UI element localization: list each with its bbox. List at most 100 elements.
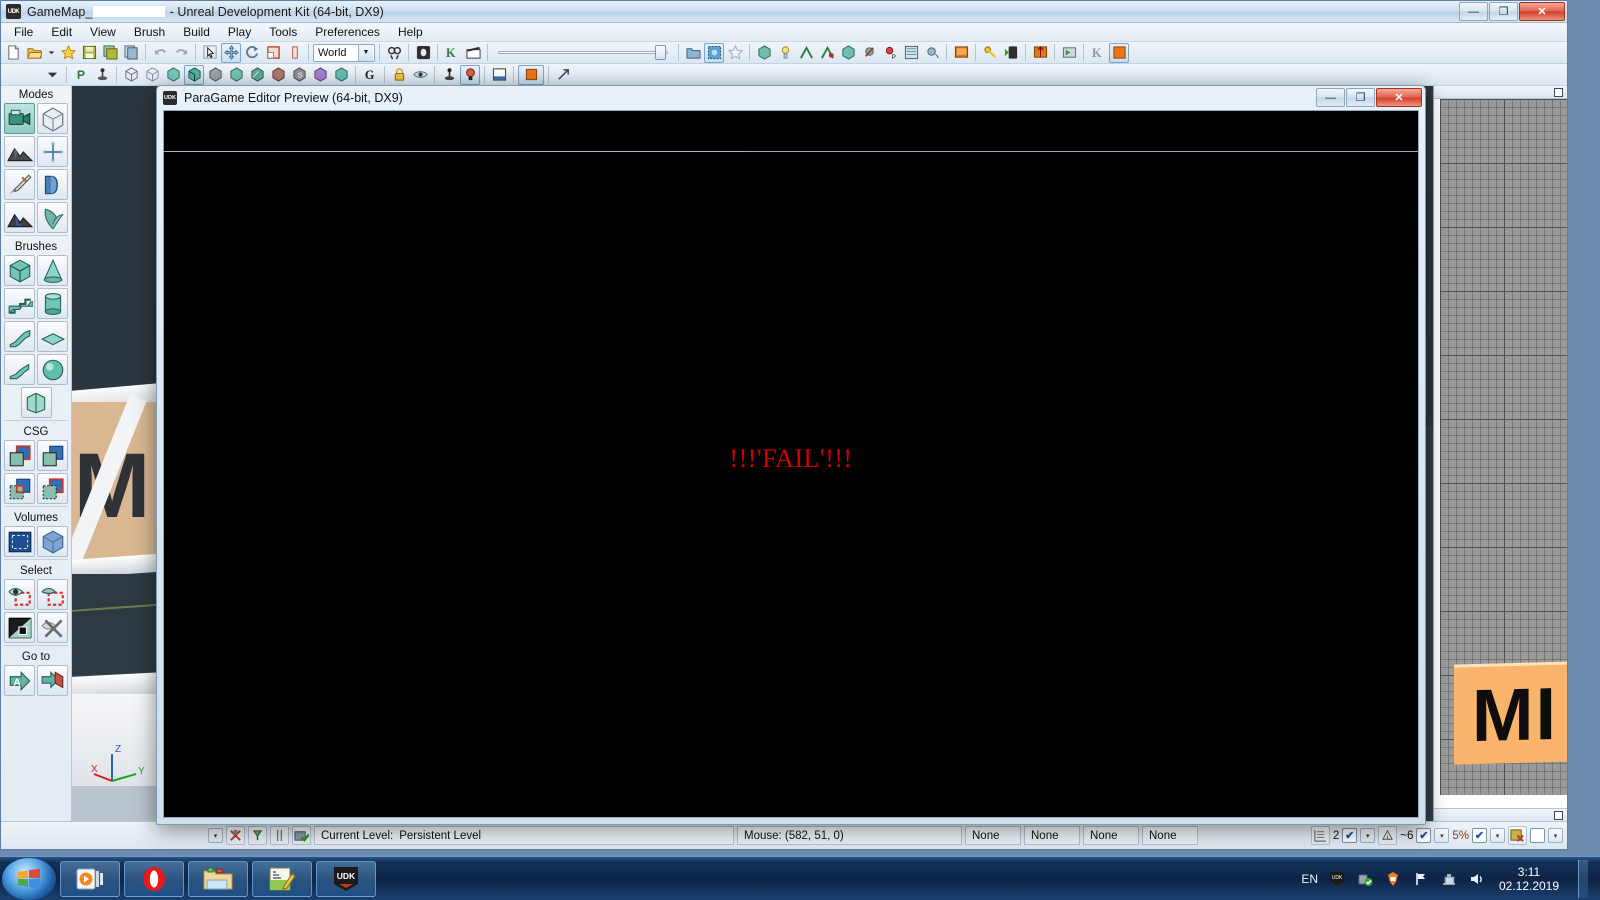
camera-speed-dropdown-icon[interactable]: ▾: [1490, 828, 1505, 843]
menu-item-file[interactable]: File: [5, 23, 42, 41]
save-copy-icon[interactable]: [121, 43, 141, 63]
select-tool-icon[interactable]: [200, 43, 220, 63]
antivirus-tray-icon[interactable]: [1384, 870, 1402, 888]
close-button[interactable]: ✕: [1519, 2, 1565, 21]
lock-selection-icon[interactable]: [226, 826, 245, 845]
mode-texture-align[interactable]: [37, 136, 68, 167]
rotation-snap-checkbox[interactable]: ✔: [1416, 828, 1432, 843]
game-view-g-icon[interactable]: G: [360, 65, 380, 85]
language-indicator[interactable]: EN: [1301, 872, 1318, 886]
actor-pivot-icon[interactable]: [439, 65, 459, 85]
redo-icon[interactable]: [171, 43, 191, 63]
mode-static-mesh[interactable]: [37, 169, 68, 200]
favorite-star-icon[interactable]: [58, 43, 78, 63]
preview-minimize-button[interactable]: —: [1316, 88, 1345, 107]
build-paths-icon[interactable]: [796, 43, 816, 63]
view-brush-wireframe-icon[interactable]: [142, 65, 162, 85]
grid-snap-dropdown-icon[interactable]: ▾: [1360, 828, 1376, 843]
opera-browser-task[interactable]: [124, 860, 184, 897]
ortho-viewport[interactable]: MI: [1433, 86, 1567, 821]
scale-tool-icon[interactable]: [263, 43, 283, 63]
ortho-grid[interactable]: MI: [1440, 99, 1567, 795]
mode-mesh-paint[interactable]: [4, 169, 35, 200]
menu-item-view[interactable]: View: [81, 23, 125, 41]
clock[interactable]: 3:11 02.12.2019: [1496, 865, 1562, 893]
volume-add[interactable]: [4, 526, 35, 557]
select-clear[interactable]: [37, 612, 68, 643]
select-all[interactable]: [4, 579, 35, 610]
joystick-icon[interactable]: [92, 65, 112, 85]
save-all-icon[interactable]: [100, 43, 120, 63]
menu-item-brush[interactable]: Brush: [125, 23, 174, 41]
menu-item-edit[interactable]: Edit: [42, 23, 81, 41]
build-ai-paths-icon[interactable]: [817, 43, 837, 63]
camera-speed-checkbox[interactable]: ✔: [1472, 828, 1487, 843]
viewport-maximize-icon[interactable]: [1554, 88, 1563, 97]
lock-icon[interactable]: [389, 65, 409, 85]
play-on-pc-icon[interactable]: [951, 43, 971, 63]
select-none[interactable]: [37, 579, 68, 610]
build-cover-icon[interactable]: [838, 43, 858, 63]
matinee-icon[interactable]: [463, 43, 483, 63]
csg-subtract[interactable]: [37, 440, 68, 471]
lighting-bulb-icon[interactable]: [460, 64, 480, 85]
build-lighting-icon[interactable]: [775, 43, 795, 63]
viewport-layout-icon[interactable]: [489, 65, 509, 85]
vertex-snap-icon[interactable]: [248, 826, 267, 845]
brush-cone[interactable]: [37, 255, 68, 286]
launch-icon[interactable]: [980, 43, 1000, 63]
volume-type[interactable]: [37, 526, 68, 557]
brush-spiral-stairs[interactable]: [4, 354, 35, 385]
build-geometry-icon[interactable]: [754, 43, 774, 63]
open-recent-dropdown-icon[interactable]: [45, 43, 57, 63]
network-flag-icon[interactable]: [1412, 870, 1430, 888]
sound-icon[interactable]: [901, 43, 921, 63]
menu-item-play[interactable]: Play: [219, 23, 260, 41]
udk-tray-icon[interactable]: UDK: [1328, 870, 1346, 888]
brush-stairs[interactable]: [4, 288, 35, 319]
view-light-complexity-icon[interactable]: [247, 65, 267, 85]
nonuniform-scale-tool-icon[interactable]: [284, 43, 304, 63]
brush-curved-stairs[interactable]: [4, 321, 35, 352]
view-wireframe-icon[interactable]: [121, 65, 141, 85]
play-on-mobile-icon[interactable]: [1001, 43, 1021, 63]
view-texture-density-icon[interactable]: S: [289, 65, 309, 85]
mode-camera[interactable]: [4, 103, 35, 134]
select-invert[interactable]: [4, 612, 35, 643]
build-all-icon[interactable]: [1030, 43, 1050, 63]
lighting-quality-icon[interactable]: [859, 43, 879, 63]
mode-foliage[interactable]: [37, 202, 68, 233]
eye-show-icon[interactable]: [410, 65, 430, 85]
view-lighting-only-icon[interactable]: [226, 65, 246, 85]
csg-intersect[interactable]: [4, 473, 35, 504]
view-detail-lighting-icon[interactable]: [205, 65, 225, 85]
kismet-icon[interactable]: K: [442, 43, 462, 63]
autosave-dropdown-icon[interactable]: ▾: [1548, 828, 1563, 843]
chevron-down-icon[interactable]: ▼: [358, 44, 373, 61]
mode-landscape[interactable]: L: [4, 202, 35, 233]
autosave-checkbox[interactable]: [1530, 828, 1545, 843]
generic-browser-icon[interactable]: [683, 43, 703, 63]
menu-item-tools[interactable]: Tools: [260, 23, 306, 41]
csg-add[interactable]: [4, 440, 35, 471]
brush-cube[interactable]: [4, 255, 35, 286]
view-unlit-icon[interactable]: [163, 65, 183, 85]
view-lightmap-density-icon[interactable]: [310, 65, 330, 85]
kismet-open-icon[interactable]: K: [1088, 43, 1108, 63]
udk-task[interactable]: UDK: [316, 860, 376, 897]
minimize-button[interactable]: —: [1459, 2, 1488, 21]
maximize-button[interactable]: ❐: [1489, 2, 1518, 21]
preview-close-button[interactable]: ✕: [1376, 88, 1422, 107]
menu-item-preferences[interactable]: Preferences: [306, 23, 389, 41]
drag-grid-toggle-icon[interactable]: [270, 826, 289, 845]
rotation-snap-dropdown-icon[interactable]: ▾: [1434, 828, 1450, 843]
notepadpp-task[interactable]: [252, 860, 312, 897]
mode-terrain[interactable]: [4, 136, 35, 167]
goto-bookmark[interactable]: [37, 665, 68, 696]
safely-remove-hardware-icon[interactable]: [1356, 870, 1374, 888]
modes-dropdown-icon[interactable]: [42, 65, 62, 85]
content-browser-icon[interactable]: [413, 43, 433, 63]
undo-icon[interactable]: [150, 43, 170, 63]
menu-item-build[interactable]: Build: [174, 23, 219, 41]
view-realtime-icon[interactable]: [331, 65, 351, 85]
